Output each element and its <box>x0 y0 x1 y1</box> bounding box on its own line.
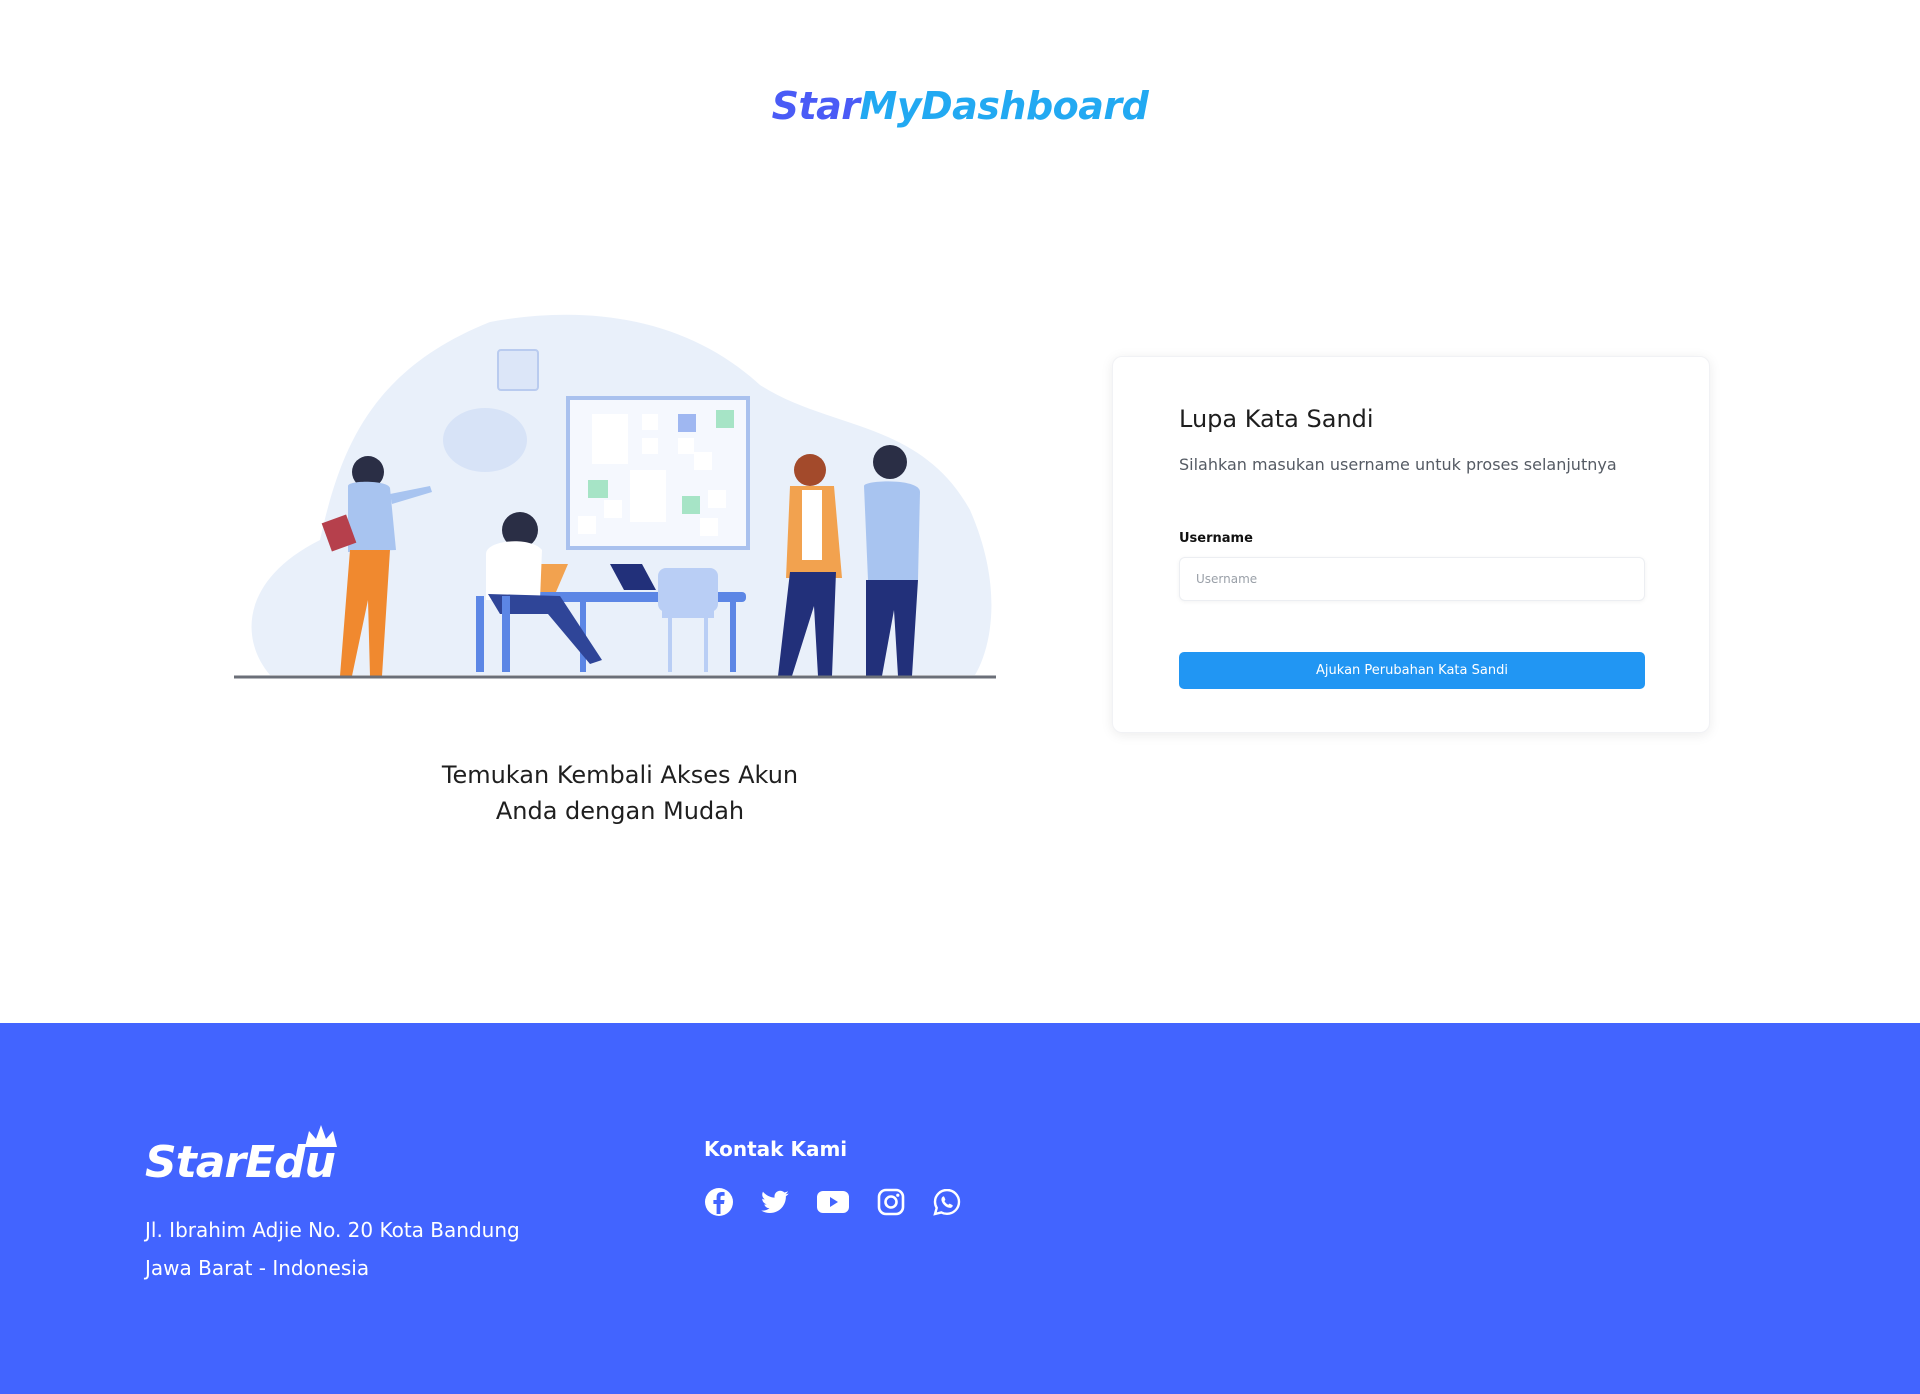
dashboard-logo[interactable]: StarMyDashboard <box>0 84 1920 128</box>
hero-tagline: Temukan Kembali Akses Akun Anda dengan M… <box>380 757 860 829</box>
forgot-password-card: Lupa Kata Sandi Silahkan masukan usernam… <box>1112 356 1710 733</box>
address-line-2: Jawa Barat - Indonesia <box>145 1256 370 1280</box>
instagram-icon[interactable] <box>876 1187 906 1217</box>
contact-title: Kontak Kami <box>704 1137 848 1161</box>
submit-reset-button[interactable]: Ajukan Perubahan Kata Sandi <box>1179 652 1645 689</box>
tagline-line-2: Anda dengan Mudah <box>495 797 745 825</box>
twitter-icon[interactable] <box>760 1187 790 1217</box>
youtube-icon[interactable] <box>816 1187 850 1217</box>
social-links <box>704 1187 962 1217</box>
logo-part-star: Star <box>771 84 860 128</box>
card-title: Lupa Kata Sandi <box>1179 405 1374 433</box>
tagline-line-1: Temukan Kembali Akses Akun <box>441 761 799 789</box>
logo-part-mydashboard: MyDashboard <box>859 84 1149 128</box>
address-line-1: Jl. Ibrahim Adjie No. 20 Kota Bandung <box>145 1218 520 1242</box>
card-subtitle: Silahkan masukan username untuk proses s… <box>1179 455 1617 474</box>
footer: StarEdu Jl. Ibrahim Adjie No. 20 Kota Ba… <box>0 1023 1920 1394</box>
crown-icon <box>305 1125 337 1147</box>
username-input[interactable] <box>1179 557 1645 601</box>
username-label: Username <box>1179 531 1253 546</box>
facebook-icon[interactable] <box>704 1187 734 1217</box>
team-illustration <box>234 314 996 679</box>
staredu-logo[interactable]: StarEdu <box>145 1125 337 1188</box>
whatsapp-icon[interactable] <box>932 1187 962 1217</box>
